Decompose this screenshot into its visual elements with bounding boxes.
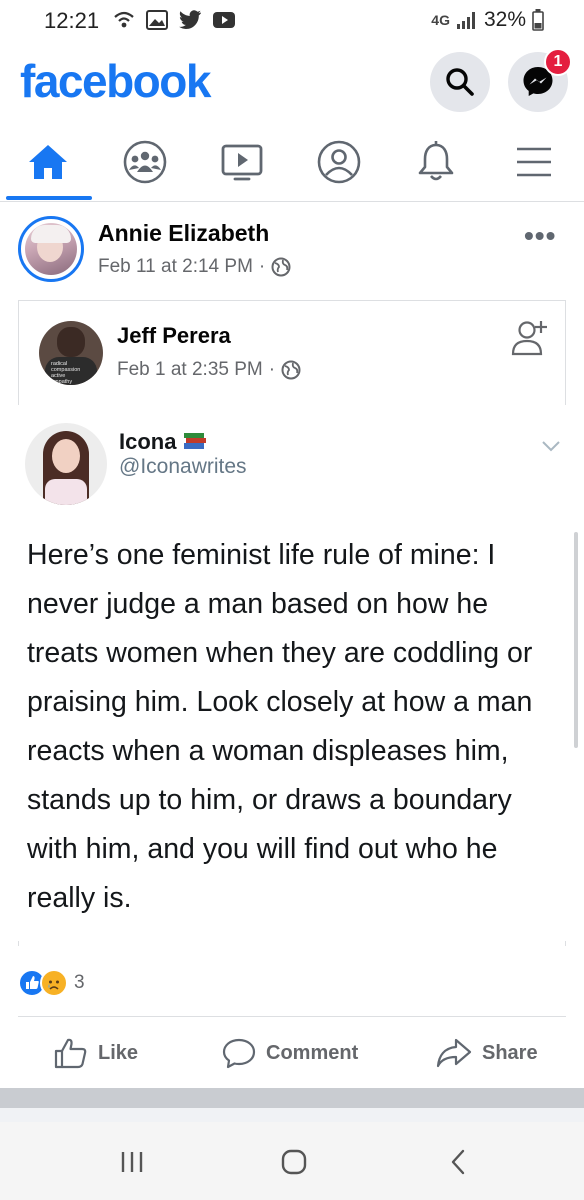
app-header: facebook 1 <box>0 44 584 124</box>
search-button[interactable] <box>430 52 490 112</box>
share-button[interactable]: Share <box>436 1031 538 1075</box>
add-friend-button[interactable] <box>511 317 551 362</box>
status-system-icons: 4G 32% <box>431 8 544 32</box>
avatar-shirt-text: radical compassion active empathy <box>51 361 81 385</box>
comment-button[interactable]: Comment <box>222 1031 358 1075</box>
feed-divider <box>0 1088 584 1108</box>
sad-reaction-icon <box>40 969 68 997</box>
active-tab-indicator <box>6 196 92 200</box>
books-emoji-icon <box>183 433 206 449</box>
tab-notifications[interactable] <box>388 124 484 200</box>
tweet-author-avatar <box>25 423 107 505</box>
home-nav-button[interactable] <box>264 1142 324 1182</box>
messenger-badge: 1 <box>544 48 572 76</box>
tab-watch[interactable] <box>194 124 290 200</box>
reactions-summary[interactable]: 3 <box>18 966 85 1000</box>
post-options-button[interactable]: ••• <box>524 220 556 252</box>
tab-groups[interactable] <box>97 124 193 200</box>
scrollbar[interactable] <box>574 532 578 748</box>
shared-author-name[interactable]: Jeff Perera <box>117 323 231 349</box>
comment-icon <box>222 1038 256 1069</box>
tweet-author-name: Icona <box>119 429 207 455</box>
wifi-call-icon <box>114 11 134 28</box>
reaction-count: 3 <box>74 972 85 993</box>
feed-post: Annie Elizabeth Feb 11 at 2:14 PM · ••• … <box>0 202 584 1088</box>
feed-divider-light <box>0 1108 584 1122</box>
status-time: 12:21 <box>44 8 100 33</box>
tab-profile[interactable] <box>291 124 387 200</box>
chevron-down-icon <box>542 441 560 452</box>
tab-menu[interactable] <box>486 124 582 200</box>
battery-icon <box>532 9 544 31</box>
shared-post-date[interactable]: Feb 1 at 2:35 PM <box>117 359 263 381</box>
shared-post-card: radical compassion active empathy Jeff P… <box>1 300 584 946</box>
tweet-text: Here’s one feminist life rule of mine: I… <box>27 539 533 914</box>
meta-separator: · <box>258 256 266 277</box>
comment-label: Comment <box>266 1041 359 1064</box>
share-icon <box>436 1038 472 1068</box>
video-icon <box>221 144 263 181</box>
nav-tabs <box>0 124 584 202</box>
add-friend-icon <box>511 321 547 356</box>
profile-icon <box>317 140 361 184</box>
home-icon <box>29 145 67 179</box>
network-type: 4G <box>431 12 450 28</box>
groups-icon <box>123 140 167 184</box>
android-navigation-bar <box>0 1122 584 1200</box>
gallery-icon <box>146 10 168 30</box>
post-meta: Feb 11 at 2:14 PM · <box>98 256 291 278</box>
signal-icon <box>456 12 475 29</box>
back-icon <box>451 1149 465 1175</box>
post-date[interactable]: Feb 11 at 2:14 PM <box>98 256 253 278</box>
like-label: Like <box>98 1041 139 1064</box>
tweet-author-name-text: Icona <box>119 429 177 454</box>
post-actions: Like Comment Share <box>18 1016 566 1088</box>
globe-icon <box>281 360 301 380</box>
shared-author-avatar[interactable]: radical compassion active empathy <box>39 321 103 385</box>
tweet-handle: @Iconawrites <box>119 455 247 478</box>
back-button[interactable] <box>428 1142 488 1182</box>
youtube-icon <box>213 12 235 28</box>
menu-icon <box>517 147 551 177</box>
tab-home[interactable] <box>0 124 96 200</box>
status-notification-icons <box>112 9 236 31</box>
bell-icon <box>418 141 454 181</box>
meta-separator: · <box>268 359 276 380</box>
facebook-logo[interactable]: facebook <box>20 54 211 108</box>
share-label: Share <box>482 1041 538 1064</box>
recent-apps-icon <box>121 1152 143 1172</box>
search-icon <box>446 68 474 96</box>
post-author-name[interactable]: Annie Elizabeth <box>98 220 269 247</box>
battery-percent: 32% <box>483 8 526 31</box>
author-avatar[interactable] <box>18 216 84 282</box>
messenger-button[interactable]: 1 <box>508 48 572 112</box>
like-button[interactable]: Like <box>54 1031 138 1075</box>
like-icon <box>54 1038 87 1069</box>
globe-icon <box>271 257 291 277</box>
twitter-icon <box>179 10 201 29</box>
recent-apps-button[interactable] <box>102 1142 162 1182</box>
tweet-screenshot[interactable]: Icona @Iconawrites Here’s one feminist l… <box>1 405 584 941</box>
shared-post-meta: Feb 1 at 2:35 PM · <box>117 359 301 381</box>
status-bar: 12:21 4G 32% <box>0 0 584 44</box>
author-avatar-photo <box>25 223 77 275</box>
home-button-icon <box>281 1149 307 1175</box>
